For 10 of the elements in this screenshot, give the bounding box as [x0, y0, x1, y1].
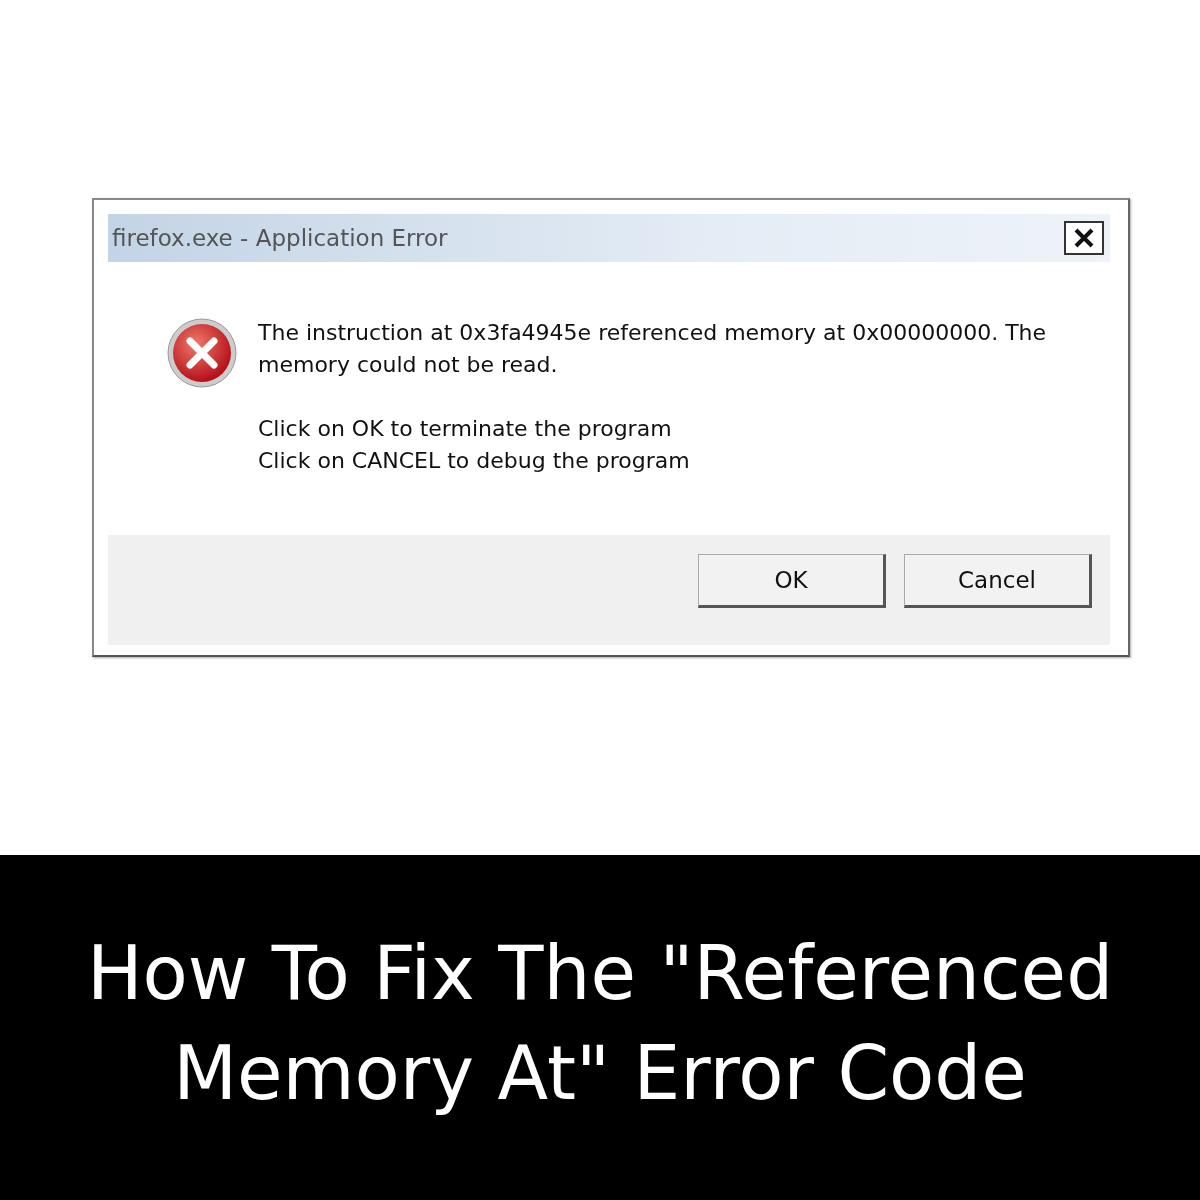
close-icon	[1073, 227, 1095, 249]
message-text: The instruction at 0x3fa4945e referenced memory at 0x00000000. The memory could not be read.	[258, 319, 1048, 379]
message-text: Click on OK to terminate the program Click on CANCEL to debug the program	[258, 415, 691, 475]
error-icon	[166, 317, 238, 389]
window-title: firefox.exe - Application Error	[112, 223, 448, 253]
dialog-button[interactable]: OK	[698, 554, 886, 608]
dialog-button[interactable]: Cancel	[904, 554, 1092, 608]
caption-text: How To Fix The "Referenced	[86, 928, 1114, 1018]
close-button[interactable]	[1064, 221, 1104, 255]
caption-text: Memory At" Error Code	[173, 1028, 1027, 1118]
